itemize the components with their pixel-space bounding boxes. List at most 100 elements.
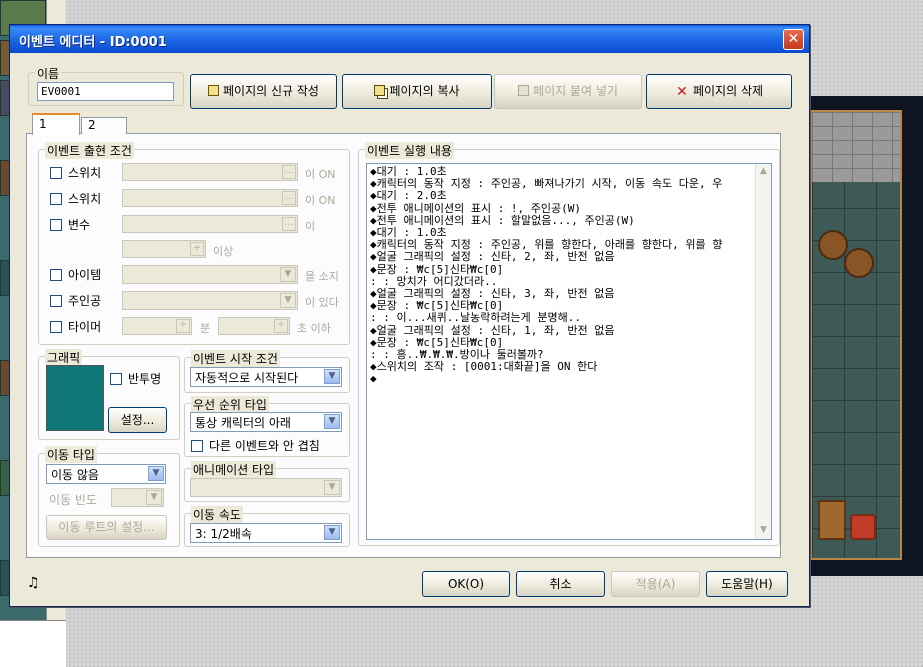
timer-checkbox[interactable]: 타이머: [50, 318, 101, 335]
chevron-down-icon: ▼: [324, 369, 340, 384]
tab-page-1[interactable]: 1: [32, 113, 80, 135]
overlap-checkbox[interactable]: 다른 이벤트와 안 겹침: [191, 437, 320, 454]
variable-suffix2: 이상: [213, 245, 234, 258]
item-select[interactable]: ▼: [122, 265, 298, 284]
speed-select[interactable]: 3: 1/2배속 ▼: [190, 523, 342, 543]
checkbox-box: [110, 373, 122, 385]
ok-button[interactable]: OK(O): [422, 571, 510, 597]
command-line[interactable]: ◆: [367, 373, 771, 385]
movement-type-value: 이동 않음: [51, 468, 99, 482]
switch1-field[interactable]: [122, 163, 298, 181]
switch2-browse-button[interactable]: …: [282, 191, 296, 205]
graphic-settings-button[interactable]: 설정...: [108, 407, 167, 433]
item-checkbox[interactable]: 아이템: [50, 266, 101, 283]
switch2-suffix: 이 ON: [305, 194, 336, 207]
variable-label: 변수: [68, 218, 91, 232]
paste-page-button[interactable]: 페이지 붙여 넣기: [494, 74, 642, 109]
command-lines: ◆대기 : 1.0초 ◆캐릭터의 동작 지정 : 주인공, 빠져나가기 시작, …: [367, 164, 771, 386]
exec-label: 이벤트 실행 내용: [365, 142, 454, 159]
variable-browse-button[interactable]: …: [282, 217, 296, 231]
switch2-checkbox[interactable]: 스위치: [50, 190, 101, 207]
map-wall: [812, 112, 900, 182]
timer-minutes-spinner[interactable]: ÷: [176, 319, 190, 333]
command-list-scrollbar[interactable]: ▲ ▼: [755, 164, 771, 539]
actor-checkbox[interactable]: 주인공: [50, 292, 101, 309]
map-view[interactable]: [808, 96, 923, 576]
chevron-down-icon: ▼: [280, 267, 296, 282]
item-label: 아이템: [68, 268, 102, 282]
delete-page-button[interactable]: ✕ 페이지의 삭제: [646, 74, 792, 109]
variable-value-spinner[interactable]: ÷: [190, 242, 204, 256]
window-title: 이벤트 에디터 - ID:0001: [19, 35, 167, 50]
overlap-label: 다른 이벤트와 안 겹침: [209, 439, 320, 453]
command-line[interactable]: ◆전투 애니메이션의 표시 : !, 주인공(W): [367, 202, 771, 215]
priority-label: 우선 순위 타입: [191, 396, 269, 413]
fruit-basket-sprite: [850, 514, 876, 540]
switch1-browse-button[interactable]: …: [282, 165, 296, 179]
timer-seconds-spinner[interactable]: ÷: [274, 319, 288, 333]
help-button[interactable]: 도움말(H): [706, 571, 788, 597]
command-line[interactable]: ◆대기 : 2.0초: [367, 190, 771, 202]
switch1-checkbox[interactable]: 스위치: [50, 164, 101, 181]
status-area: [0, 620, 66, 667]
new-page-icon: [208, 85, 220, 96]
copy-page-button[interactable]: 페이지의 복사: [342, 74, 492, 109]
movement-frequency-select[interactable]: ▼: [111, 488, 164, 507]
variable-suffix: 이: [305, 220, 316, 233]
speed-value: 3: 1/2배속: [195, 527, 252, 541]
movement-frequency-label: 이동 빈도: [49, 493, 97, 507]
command-line[interactable]: : : 이...새퀴..날농락하려는게 분명해..: [367, 312, 771, 324]
switch2-field[interactable]: [122, 189, 298, 207]
start-condition-select[interactable]: 자동적으로 시작된다 ▼: [190, 367, 342, 387]
item-suffix: 을 소지: [305, 270, 339, 283]
new-page-label: 페이지의 신규 작성: [223, 84, 319, 98]
actor-select[interactable]: ▼: [122, 291, 298, 310]
timer-suffix: 초 이하: [297, 322, 331, 335]
actor-suffix: 이 있다: [305, 296, 339, 309]
transparent-label: 반투명: [128, 372, 162, 386]
command-line[interactable]: ◆문장 : ₩c[5]신타₩c[0]: [367, 263, 771, 276]
paste-icon: [518, 85, 530, 96]
close-button[interactable]: ✕: [783, 29, 804, 50]
chevron-down-icon: ▼: [324, 414, 340, 429]
command-line[interactable]: ◆얼굴 그래픽의 설정 : 신타, 1, 좌, 반전 없음: [367, 324, 771, 337]
chevron-up-icon[interactable]: ▲: [756, 164, 771, 180]
checkbox-box: [191, 440, 203, 452]
graphic-label: 그래픽: [45, 349, 83, 366]
priority-select[interactable]: 통상 캐릭터의 아래 ▼: [190, 412, 342, 432]
timer-min-label: 분: [200, 322, 211, 335]
variable-field[interactable]: [122, 215, 298, 233]
cancel-button[interactable]: 취소: [516, 571, 605, 597]
animation-label: 애니메이션 타입: [191, 461, 277, 478]
event-name-input[interactable]: EV0001: [37, 82, 174, 101]
event-command-list[interactable]: ◆대기 : 1.0초 ◆캐릭터의 동작 지정 : 주인공, 빠져나가기 시작, …: [366, 163, 772, 540]
command-line[interactable]: ◆얼굴 그래픽의 설정 : 신타, 2, 좌, 반전 없음: [367, 251, 771, 263]
barrel-sprite: [844, 248, 874, 278]
move-route-button[interactable]: 이동 루트의 설정...: [46, 515, 167, 540]
timer-label: 타이머: [68, 320, 102, 334]
switch1-suffix: 이 ON: [305, 168, 336, 181]
event-graphic-preview[interactable]: [46, 365, 104, 431]
chevron-down-icon: ▼: [148, 466, 164, 481]
variable-checkbox[interactable]: 변수: [50, 216, 90, 233]
shelf-sprite: [818, 500, 846, 540]
chevron-down-icon[interactable]: ▼: [756, 523, 771, 539]
conditions-label: 이벤트 출현 조건: [45, 142, 134, 159]
actor-label: 주인공: [68, 294, 102, 308]
apply-button[interactable]: 적용(A): [611, 571, 700, 597]
command-line[interactable]: ◆스위치의 조작 : [0001:대화끝]을 ON 한다: [367, 361, 771, 373]
delete-page-label: 페이지의 삭제: [692, 84, 764, 98]
new-page-button[interactable]: 페이지의 신규 작성: [190, 74, 337, 109]
music-note-icon[interactable]: ♫: [27, 575, 40, 591]
switch2-label: 스위치: [68, 192, 102, 206]
chevron-down-icon: ▼: [324, 525, 340, 540]
tab-page-2[interactable]: 2: [81, 117, 127, 134]
transparent-checkbox[interactable]: 반투명: [110, 370, 161, 387]
speed-label: 이동 속도: [191, 506, 243, 523]
chevron-down-icon: ▼: [280, 293, 296, 308]
title-bar[interactable]: 이벤트 에디터 - ID:0001 ✕: [10, 25, 809, 53]
movement-type-select[interactable]: 이동 않음 ▼: [46, 464, 166, 484]
checkbox-box: [50, 219, 62, 231]
checkbox-box: [50, 295, 62, 307]
animation-select[interactable]: ▼: [190, 478, 342, 497]
